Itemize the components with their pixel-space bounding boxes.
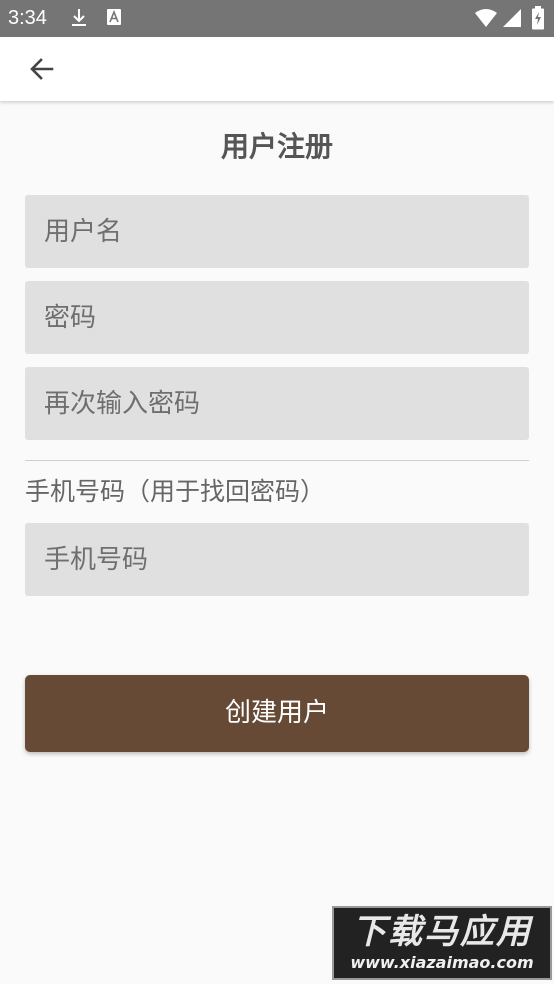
battery-charging-icon: [532, 6, 544, 30]
divider: [25, 460, 529, 461]
password-input[interactable]: [25, 281, 529, 354]
watermark-title: 下载马应用: [352, 912, 532, 952]
username-input[interactable]: [25, 195, 529, 268]
password-field[interactable]: [25, 281, 529, 354]
wifi-icon: [475, 9, 497, 27]
confirm-password-input[interactable]: [25, 367, 529, 440]
username-field[interactable]: [25, 195, 529, 268]
back-button[interactable]: [20, 49, 64, 89]
watermark-url: www.xiazaimao.com: [350, 953, 534, 972]
download-icon: [72, 9, 86, 26]
watermark-logo: 下载马应用 www.xiazaimao.com: [332, 906, 552, 980]
status-time: 3:34: [8, 7, 47, 29]
create-user-button[interactable]: 创建用户: [25, 675, 529, 752]
arrow-left-icon: [30, 58, 54, 80]
page-title: 用户注册: [220, 130, 333, 163]
phone-input[interactable]: [25, 523, 529, 596]
phone-field[interactable]: [25, 523, 529, 596]
status-bar: 3:34: [0, 0, 554, 37]
confirm-password-field[interactable]: [25, 367, 529, 440]
phone-hint-label: 手机号码（用于找回密码）: [25, 477, 326, 506]
cellular-signal-icon: [503, 9, 521, 27]
font-a-icon: [107, 9, 121, 25]
app-bar: [0, 37, 554, 101]
